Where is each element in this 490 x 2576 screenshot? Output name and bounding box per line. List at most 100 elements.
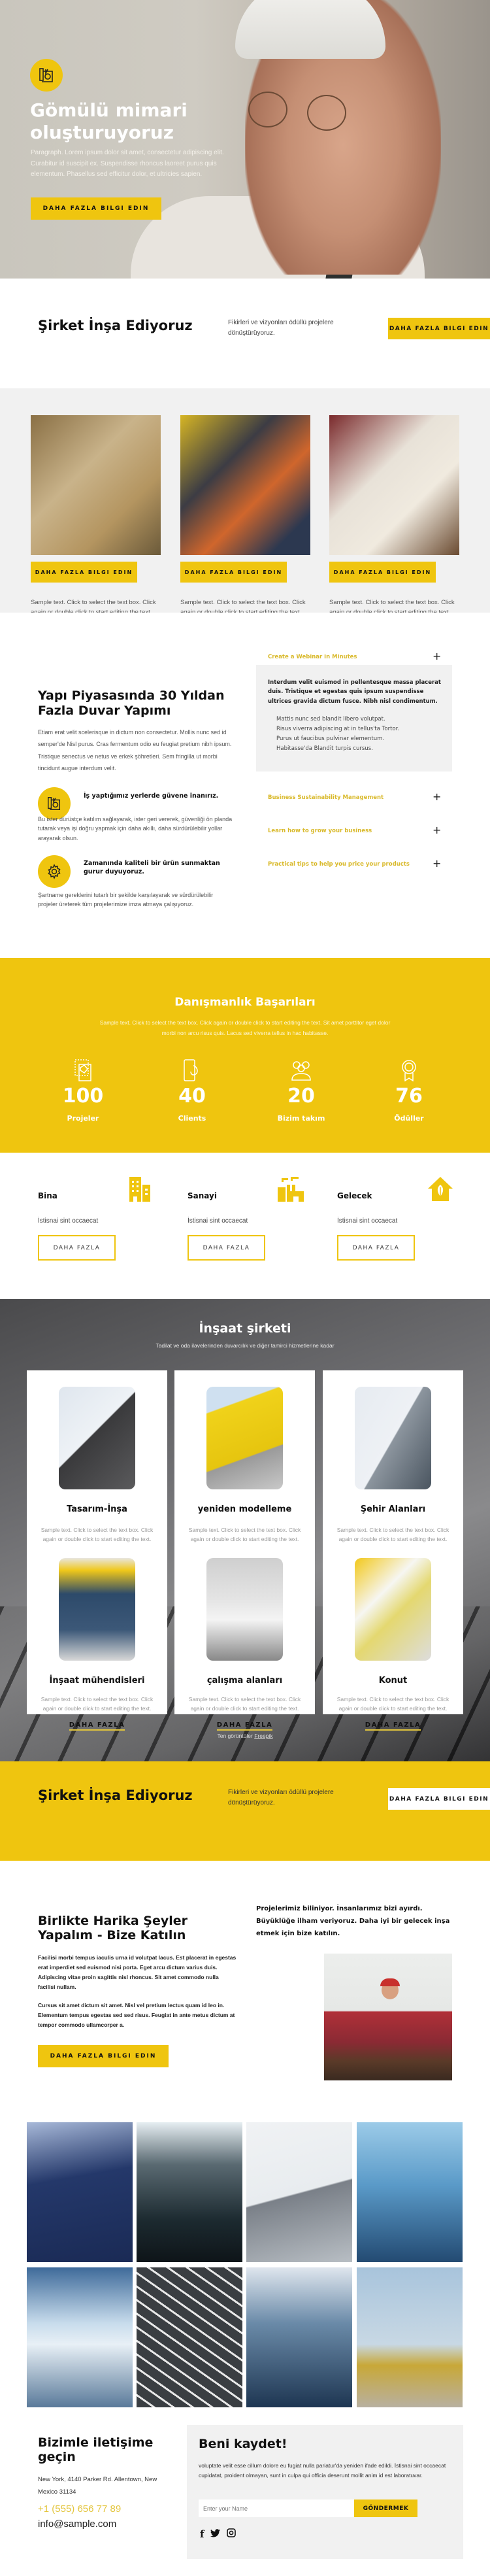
- card-title: çalışma alanları: [206, 1676, 283, 1686]
- feature-block-text: İstisnai sint occaecat: [38, 1217, 99, 1225]
- service-learn-more-button[interactable]: DAHA FAZLA BILGI EDIN: [31, 562, 137, 583]
- company-card: Şehir Alanları Sample text. Click to sel…: [323, 1370, 463, 1566]
- card-text: Sample text. Click to select the text bo…: [336, 1527, 449, 1542]
- card-title: Şehir Alanları: [360, 1504, 426, 1514]
- gallery-image[interactable]: [27, 2122, 133, 2262]
- accordion-list-item: Purus ut faucibus pulvinar elementum.: [276, 735, 385, 742]
- accordion-item-header[interactable]: Create a Webinar in Minutes +: [256, 650, 452, 666]
- accordion-title: Practical tips to help you price your pr…: [268, 861, 410, 868]
- cta-section: Şirket İnşa Ediyoruz Fikirleri ve vizyon…: [0, 279, 490, 388]
- gallery-image[interactable]: [357, 2122, 463, 2262]
- join-paragraph-1: Facilisi morbi tempus iaculis urna id vo…: [38, 1954, 237, 1990]
- card-text: Sample text. Click to select the text bo…: [188, 1527, 301, 1542]
- card-image: [59, 1558, 135, 1661]
- accordion-list-item: Mattis nunc sed blandit libero volutpat.: [276, 716, 385, 722]
- card-image: [206, 1387, 283, 1489]
- feature-title: İş yaptığımız yerlerde güvene inanırız.: [84, 792, 219, 800]
- plus-icon[interactable]: +: [433, 650, 441, 662]
- join-photo: [324, 1954, 452, 2080]
- cta-text: Fikirleri ve vizyonları ödüllü projelere…: [228, 319, 334, 337]
- name-input[interactable]: [199, 2500, 354, 2517]
- about-title: Yapı Piyasasında 30 Yıldan Fazla Duvar Y…: [38, 688, 225, 718]
- company-card: yeniden modelleme Sample text. Click to …: [174, 1370, 315, 1566]
- plus-icon[interactable]: +: [433, 790, 441, 803]
- hero-learn-more-button[interactable]: DAHA FAZLA BILGI EDIN: [31, 197, 161, 220]
- card-text: Sample text. Click to select the text bo…: [188, 1696, 301, 1712]
- gallery-image[interactable]: [246, 2267, 352, 2407]
- feature-more-button[interactable]: DAHA FAZLA: [337, 1235, 415, 1261]
- cta-learn-more-button[interactable]: DAHA FAZLA BILGI EDIN: [388, 318, 490, 339]
- card-more-link[interactable]: DAHA FAZLA: [216, 1721, 273, 1731]
- facebook-icon[interactable]: f: [200, 2528, 204, 2540]
- company-card: çalışma alanları Sample text. Click to s…: [174, 1547, 315, 1731]
- stats-section: Danışmanlık Başarıları Sample text. Clic…: [0, 958, 490, 1153]
- cta-learn-more-button[interactable]: DAHA FAZLA BILGI EDIN: [388, 1788, 490, 1810]
- accordion-body-list: Mattis nunc sed blandit libero volutpat.…: [276, 715, 399, 754]
- card-image: [59, 1387, 135, 1489]
- subscribe-box: Beni kaydet! voluptate velit esse cillum…: [187, 2425, 463, 2559]
- feature-block: Bina İstisnai sint occaecat DAHA FAZLA: [38, 1176, 155, 1261]
- accordion-body-bold: Interdum velit euismod in pellentesque m…: [268, 679, 441, 705]
- hero-photo-helmet: [235, 0, 385, 59]
- contact-address: New York, 4140 Parker Rd. Allentown, New…: [38, 2476, 157, 2496]
- stat-value: 20: [287, 1085, 315, 1108]
- gallery-image[interactable]: [246, 2122, 352, 2262]
- stat-value: 76: [395, 1085, 423, 1108]
- gallery-image[interactable]: [27, 2267, 133, 2407]
- hero-title: Gömülü mimari oluşturuyoruz: [30, 99, 239, 143]
- gallery-image[interactable]: [137, 2122, 242, 2262]
- feature-more-button[interactable]: DAHA FAZLA: [188, 1235, 265, 1261]
- card-title: yeniden modelleme: [197, 1504, 292, 1514]
- accordion-item-header[interactable]: Business Sustainability Management +: [256, 790, 452, 807]
- stat-label: Clients: [178, 1114, 206, 1123]
- hero-photo-glasses: [248, 92, 287, 127]
- contact-phone[interactable]: +1 (555) 656 77 89: [38, 2503, 121, 2515]
- instagram-icon[interactable]: [227, 2528, 237, 2540]
- credit-link[interactable]: Freepik: [254, 1733, 272, 1739]
- feature-more-button[interactable]: DAHA FAZLA: [38, 1235, 116, 1261]
- card-image: [206, 1558, 283, 1661]
- accordion-item-header[interactable]: Learn how to grow your business +: [256, 824, 452, 840]
- service-learn-more-button[interactable]: DAHA FAZLA BILGI EDIN: [180, 562, 287, 583]
- company-card: İnşaat mühendisleri Sample text. Click t…: [27, 1547, 167, 1731]
- stat-item: 20 Bizim takım: [269, 1059, 334, 1123]
- about-section: Yapı Piyasasında 30 Yıldan Fazla Duvar Y…: [0, 613, 490, 958]
- building-icon: [128, 1176, 154, 1204]
- feature-block-text: İstisnai sint occaecat: [337, 1217, 398, 1225]
- accordion-list-item: Habitasse'da Blandit turpis cursus.: [276, 745, 373, 752]
- phone-touch-icon: [159, 1059, 225, 1081]
- card-title: Tasarım-İnşa: [67, 1504, 127, 1514]
- accordion-panel: Interdum velit euismod in pellentesque m…: [256, 665, 452, 771]
- feature-block-title: Bina: [38, 1191, 57, 1200]
- gallery-image[interactable]: [357, 2267, 463, 2407]
- accordion-list-item: Risus viverra adipiscing at in tellus'ta…: [276, 725, 400, 732]
- service-text: Sample text. Click to select the text bo…: [180, 599, 306, 613]
- gallery-image[interactable]: [137, 2267, 242, 2407]
- feature-text: Bu ister dürüstçe katılım sağlayarak, is…: [38, 816, 233, 841]
- cta-title: Şirket İnşa Ediyoruz: [38, 1788, 193, 1803]
- plus-icon[interactable]: +: [433, 857, 441, 870]
- join-paragraph-2: Cursus sit amet dictum sit amet. Nisl ve…: [38, 2002, 235, 2028]
- subscribe-text: voluptate velit esse cillum dolore eu fu…: [199, 2462, 446, 2479]
- plus-icon[interactable]: +: [433, 824, 441, 836]
- join-learn-more-button[interactable]: DAHA FAZLA BILGI EDIN: [38, 2045, 169, 2067]
- stat-item: 40 Clients: [159, 1059, 225, 1123]
- cta-title: Şirket İnşa Ediyoruz: [38, 318, 193, 333]
- card-more-link[interactable]: DAHA FAZLA: [69, 1721, 125, 1731]
- accordion-item-header[interactable]: Practical tips to help you price your pr…: [256, 857, 452, 873]
- hero-section: Gömülü mimari oluşturuyoruz Paragraph. L…: [0, 0, 490, 279]
- hero-title-line2: oluşturuyoruz: [30, 121, 174, 143]
- card-more-link[interactable]: DAHA FAZLA: [365, 1721, 421, 1731]
- service-image: [180, 415, 310, 555]
- service-text: Sample text. Click to select the text bo…: [329, 599, 455, 613]
- twitter-icon[interactable]: [210, 2528, 221, 2540]
- service-learn-more-button[interactable]: DAHA FAZLA BILGI EDIN: [329, 562, 436, 583]
- card-title: İnşaat mühendisleri: [49, 1676, 145, 1686]
- stat-value: 40: [178, 1085, 206, 1108]
- submit-button[interactable]: GÖNDERMEK: [354, 2500, 417, 2517]
- card-image: [355, 1558, 431, 1661]
- accordion-title: Business Sustainability Management: [268, 794, 384, 801]
- hand-select-icon: [50, 1059, 116, 1081]
- contact-email[interactable]: info@sample.com: [38, 2517, 133, 2531]
- cta-section-yellow: Şirket İnşa Ediyoruz Fikirleri ve vizyon…: [0, 1761, 490, 1861]
